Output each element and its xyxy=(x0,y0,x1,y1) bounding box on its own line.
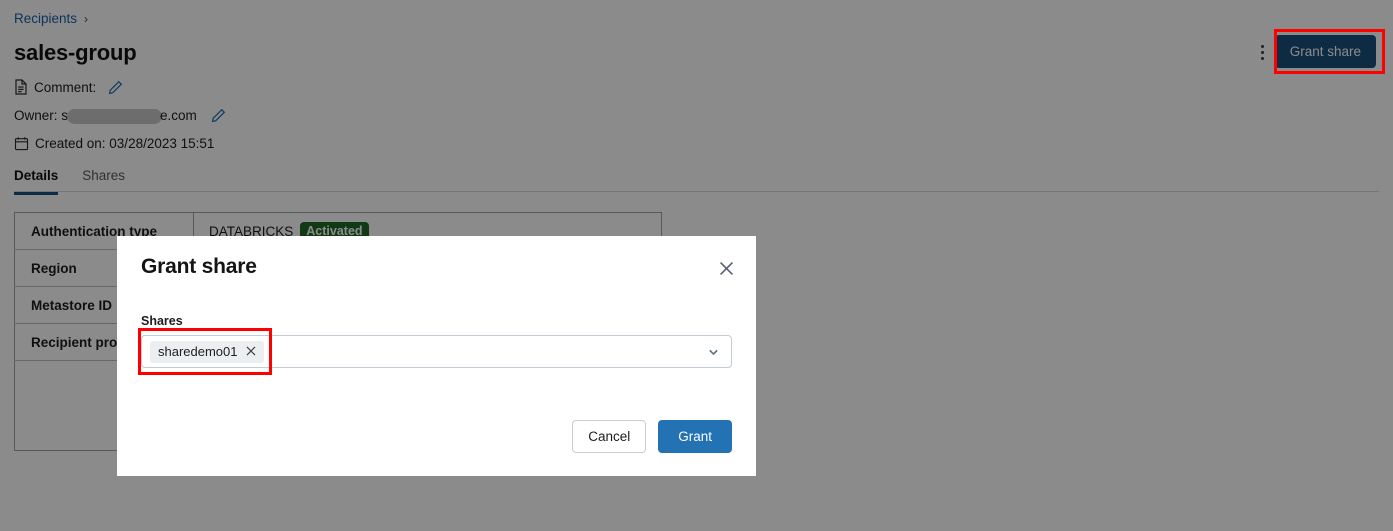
chevron-down-icon[interactable] xyxy=(707,345,720,358)
shares-select[interactable]: sharedemo01 xyxy=(141,335,732,368)
grant-share-dialog: Grant share Shares sharedemo01 Cancel Gr… xyxy=(117,236,756,476)
dialog-footer: Cancel Grant xyxy=(572,420,732,453)
remove-chip-close-icon[interactable] xyxy=(245,345,257,357)
cancel-button[interactable]: Cancel xyxy=(572,420,647,453)
grant-button[interactable]: Grant xyxy=(658,420,732,453)
dialog-title: Grant share xyxy=(141,255,257,278)
close-icon[interactable] xyxy=(715,257,737,279)
shares-field-label: Shares xyxy=(141,314,183,328)
share-chip-label: sharedemo01 xyxy=(158,343,238,359)
share-chip: sharedemo01 xyxy=(150,340,264,363)
